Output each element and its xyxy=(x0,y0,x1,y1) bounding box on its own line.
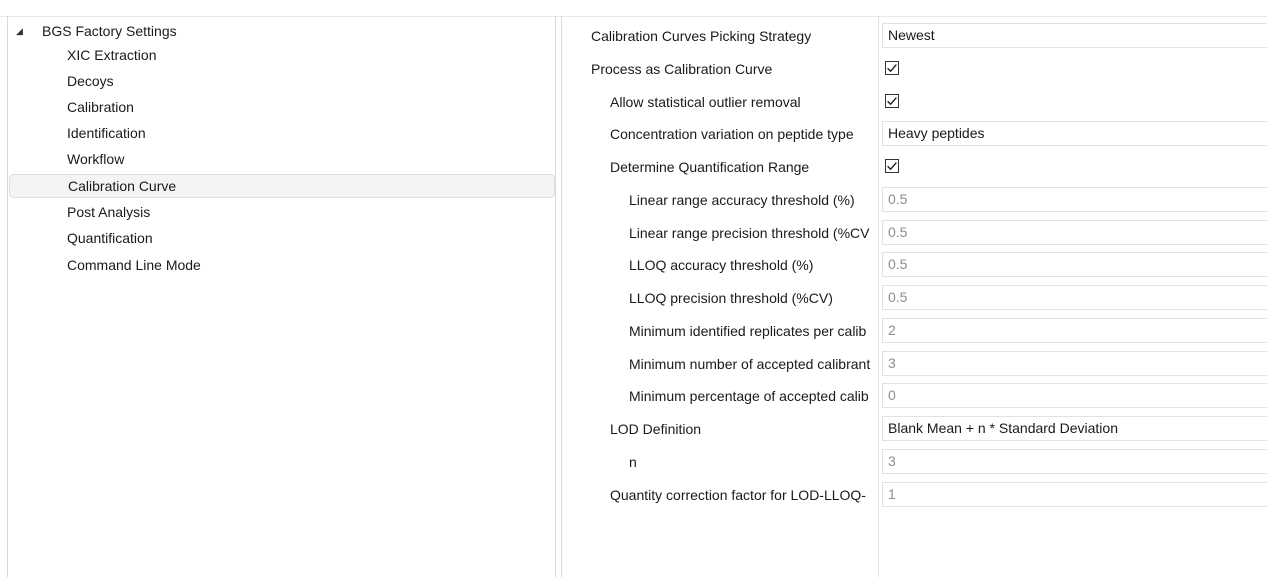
quantity-correction-factor-field[interactable]: 1 xyxy=(882,482,1267,507)
linear-range-precision-field[interactable]: 0.5 xyxy=(882,220,1267,245)
lloq-precision-field[interactable]: 0.5 xyxy=(882,285,1267,310)
tree-item-xic-extraction[interactable]: XIC Extraction xyxy=(9,43,555,67)
property-grid: Calibration Curves Picking Strategy Newe… xyxy=(562,16,1267,577)
tree-root-label: BGS Factory Settings xyxy=(42,23,177,39)
property-label: n xyxy=(629,454,637,470)
tree-item-command-line-mode[interactable]: Command Line Mode xyxy=(9,253,555,277)
property-row-picking-strategy: Calibration Curves Picking Strategy Newe… xyxy=(562,16,1267,48)
property-row-lod-definition: LOD Definition Blank Mean + n * Standard… xyxy=(562,409,1267,441)
property-label: LOD Definition xyxy=(610,421,702,437)
tree-item-calibration[interactable]: Calibration xyxy=(9,95,555,119)
property-label: LLOQ precision threshold (%CV) xyxy=(629,290,833,306)
concentration-variation-dropdown[interactable]: Heavy peptides xyxy=(882,121,1267,146)
settings-tree-panel: ◢ BGS Factory Settings XIC Extraction De… xyxy=(7,16,556,577)
property-row-determine-quantification-range: Determine Quantification Range xyxy=(562,147,1267,179)
property-label: Linear range precision threshold (%CV xyxy=(629,225,870,241)
checkbox-checked-icon[interactable] xyxy=(885,61,899,75)
top-toolbar-strip xyxy=(0,0,1267,17)
checkbox-checked-icon[interactable] xyxy=(885,94,899,108)
property-row-linear-range-accuracy: Linear range accuracy threshold (%) 0.5 xyxy=(562,180,1267,212)
min-identified-replicates-field[interactable]: 2 xyxy=(882,318,1267,343)
property-row-allow-outlier-removal: Allow statistical outlier removal xyxy=(562,82,1267,114)
lod-definition-dropdown[interactable]: Blank Mean + n * Standard Deviation xyxy=(882,416,1267,441)
property-row-min-percentage-accepted: Minimum percentage of accepted calib 0 xyxy=(562,376,1267,408)
property-label: Calibration Curves Picking Strategy xyxy=(591,28,812,44)
property-label: Minimum percentage of accepted calib xyxy=(629,388,869,404)
tree-root-bgs-factory-settings[interactable]: ◢ BGS Factory Settings xyxy=(16,20,177,42)
property-row-linear-range-precision: Linear range precision threshold (%CV 0.… xyxy=(562,213,1267,245)
property-label: Minimum identified replicates per calib xyxy=(629,323,867,339)
linear-range-accuracy-field[interactable]: 0.5 xyxy=(882,187,1267,212)
property-row-n: n 3 xyxy=(562,442,1267,474)
property-row-quantity-correction-factor: Quantity correction factor for LOD-LLOQ-… xyxy=(562,475,1267,507)
property-row-min-accepted-calibrants: Minimum number of accepted calibrant 3 xyxy=(562,344,1267,376)
property-label: Allow statistical outlier removal xyxy=(610,94,801,110)
tree-item-post-analysis[interactable]: Post Analysis xyxy=(9,200,555,224)
property-row-concentration-variation: Concentration variation on peptide type … xyxy=(562,114,1267,146)
property-label: Minimum number of accepted calibrant xyxy=(629,356,871,372)
property-row-process-as-calibration-curve: Process as Calibration Curve xyxy=(562,49,1267,81)
tree-item-decoys[interactable]: Decoys xyxy=(9,69,555,93)
tree-item-calibration-curve[interactable]: Calibration Curve xyxy=(9,174,555,198)
property-label: Process as Calibration Curve xyxy=(591,61,773,77)
tree-item-workflow[interactable]: Workflow xyxy=(9,147,555,171)
property-label: Concentration variation on peptide type xyxy=(610,126,854,142)
property-row-min-identified-replicates: Minimum identified replicates per calib … xyxy=(562,311,1267,343)
property-label: Linear range accuracy threshold (%) xyxy=(629,192,855,208)
min-percentage-accepted-field[interactable]: 0 xyxy=(882,383,1267,408)
property-row-lloq-accuracy: LLOQ accuracy threshold (%) 0.5 xyxy=(562,245,1267,277)
tree-item-identification[interactable]: Identification xyxy=(9,121,555,145)
tree-item-quantification[interactable]: Quantification xyxy=(9,226,555,250)
property-label: Determine Quantification Range xyxy=(610,159,810,175)
min-accepted-calibrants-field[interactable]: 3 xyxy=(882,351,1267,376)
property-row-lloq-precision: LLOQ precision threshold (%CV) 0.5 xyxy=(562,278,1267,310)
lloq-accuracy-field[interactable]: 0.5 xyxy=(882,252,1267,277)
n-field[interactable]: 3 xyxy=(882,449,1267,474)
property-label: LLOQ accuracy threshold (%) xyxy=(629,257,814,273)
checkbox-checked-icon[interactable] xyxy=(885,159,899,173)
settings-window: ◢ BGS Factory Settings XIC Extraction De… xyxy=(0,0,1267,577)
expanded-triangle-icon[interactable]: ◢ xyxy=(16,26,34,37)
property-label: Quantity correction factor for LOD-LLOQ- xyxy=(610,487,866,503)
picking-strategy-dropdown[interactable]: Newest xyxy=(882,23,1267,48)
